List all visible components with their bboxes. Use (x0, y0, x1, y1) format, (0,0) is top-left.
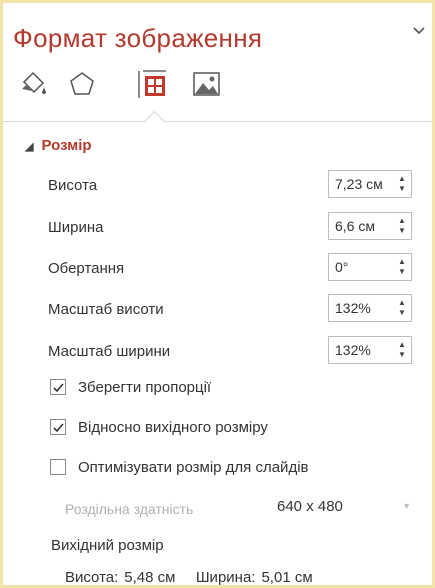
spin-up-icon[interactable]: ▲ (397, 340, 407, 350)
pentagon-icon (70, 72, 94, 95)
resolution-select[interactable]: 640 x 480 ▼ (269, 493, 419, 521)
height-label: Висота (48, 177, 98, 194)
spin-down-icon[interactable]: ▼ (397, 350, 407, 360)
spin-up-icon[interactable]: ▲ (397, 174, 407, 184)
dropdown-arrow-icon: ▼ (402, 501, 411, 511)
scale-width-spinner[interactable]: 132% ▲ ▼ (328, 336, 412, 364)
scale-width-label: Масштаб ширини (48, 343, 171, 360)
rotation-label: Обертання (48, 260, 125, 277)
relative-original-row: Відносно вихідного розміру (48, 417, 418, 441)
spin-down-icon[interactable]: ▼ (397, 308, 407, 318)
tab-size-and-properties[interactable] (136, 68, 168, 100)
tab-picture[interactable] (190, 68, 222, 100)
size-properties-icon (138, 70, 166, 98)
scale-width-input[interactable]: 132% (335, 342, 371, 358)
best-scale-row: Оптимізувати розмір для слайдів (48, 457, 418, 481)
paint-bucket-icon (22, 71, 46, 94)
lock-aspect-checkbox[interactable] (50, 379, 66, 395)
spin-up-icon[interactable]: ▲ (397, 216, 407, 226)
rotation-row: Обертання 0° ▲ ▼ (43, 253, 418, 283)
triangle-expanded-icon: ◢ (25, 141, 34, 153)
rotation-spinner[interactable]: 0° ▲ ▼ (328, 253, 412, 281)
scale-height-spinner[interactable]: 132% ▲ ▼ (328, 294, 412, 322)
scale-height-row: Масштаб висоти 132% ▲ ▼ (43, 294, 418, 324)
original-height-value: 5,48 см (124, 569, 176, 586)
tab-strip (18, 68, 228, 108)
lock-aspect-row: Зберегти пропорції (48, 377, 418, 401)
width-spinner[interactable]: 6,6 см ▲ ▼ (328, 212, 412, 240)
width-input[interactable]: 6,6 см (335, 218, 375, 234)
spin-down-icon[interactable]: ▼ (397, 226, 407, 236)
relative-original-label[interactable]: Відносно вихідного розміру (78, 419, 268, 436)
original-size-title: Вихідний розмір (51, 537, 164, 554)
spin-up-icon[interactable]: ▲ (397, 257, 407, 267)
tab-fill-and-line[interactable] (18, 68, 50, 100)
spin-down-icon[interactable]: ▼ (397, 184, 407, 194)
original-height-label: Висота: (65, 569, 119, 586)
scale-height-input[interactable]: 132% (335, 300, 371, 316)
relative-original-checkbox[interactable] (50, 419, 66, 435)
section-size-header[interactable]: ◢ Розмір (25, 137, 92, 154)
height-input[interactable]: 7,23 см (335, 176, 383, 192)
tab-divider (3, 121, 432, 122)
chevron-down-icon[interactable] (413, 26, 427, 40)
width-label: Ширина (48, 219, 104, 236)
selected-tab-pointer (143, 110, 166, 133)
section-size-label: Розмір (41, 137, 92, 154)
original-width-value: 5,01 см (261, 569, 313, 586)
checkmark-icon (53, 423, 64, 433)
resolution-label: Роздільна здатність (65, 501, 194, 517)
resolution-value: 640 x 480 (277, 498, 343, 515)
height-row: Висота 7,23 см ▲ ▼ (43, 170, 418, 200)
scale-height-label: Масштаб висоти (48, 301, 164, 318)
best-scale-label[interactable]: Оптимізувати розмір для слайдів (78, 459, 309, 476)
checkmark-icon (53, 383, 64, 393)
width-row: Ширина 6,6 см ▲ ▼ (43, 212, 418, 242)
scale-width-row: Масштаб ширини 132% ▲ ▼ (43, 336, 418, 366)
spin-down-icon[interactable]: ▼ (397, 267, 407, 277)
spin-up-icon[interactable]: ▲ (397, 298, 407, 308)
lock-aspect-label[interactable]: Зберегти пропорції (78, 379, 211, 396)
picture-icon (193, 72, 220, 96)
pane-title: Формат зображення (13, 23, 263, 53)
format-picture-pane: Формат зображення ◢ Розмір Висота 7,23 с… (3, 3, 432, 586)
original-size-values: Висота: 5,48 см Ширина: 5,01 см (65, 569, 319, 586)
original-width-label: Ширина: (195, 569, 256, 586)
best-scale-checkbox[interactable] (50, 459, 66, 475)
rotation-input[interactable]: 0° (335, 259, 348, 275)
tab-effects[interactable] (66, 68, 98, 100)
height-spinner[interactable]: 7,23 см ▲ ▼ (328, 170, 412, 198)
